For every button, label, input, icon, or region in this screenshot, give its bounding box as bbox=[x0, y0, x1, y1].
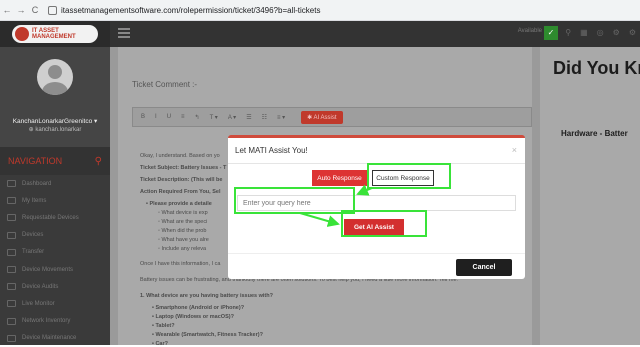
arrow-to-get-button bbox=[299, 212, 340, 227]
annotation-arrows bbox=[299, 184, 373, 227]
arrow-to-input bbox=[356, 184, 373, 196]
